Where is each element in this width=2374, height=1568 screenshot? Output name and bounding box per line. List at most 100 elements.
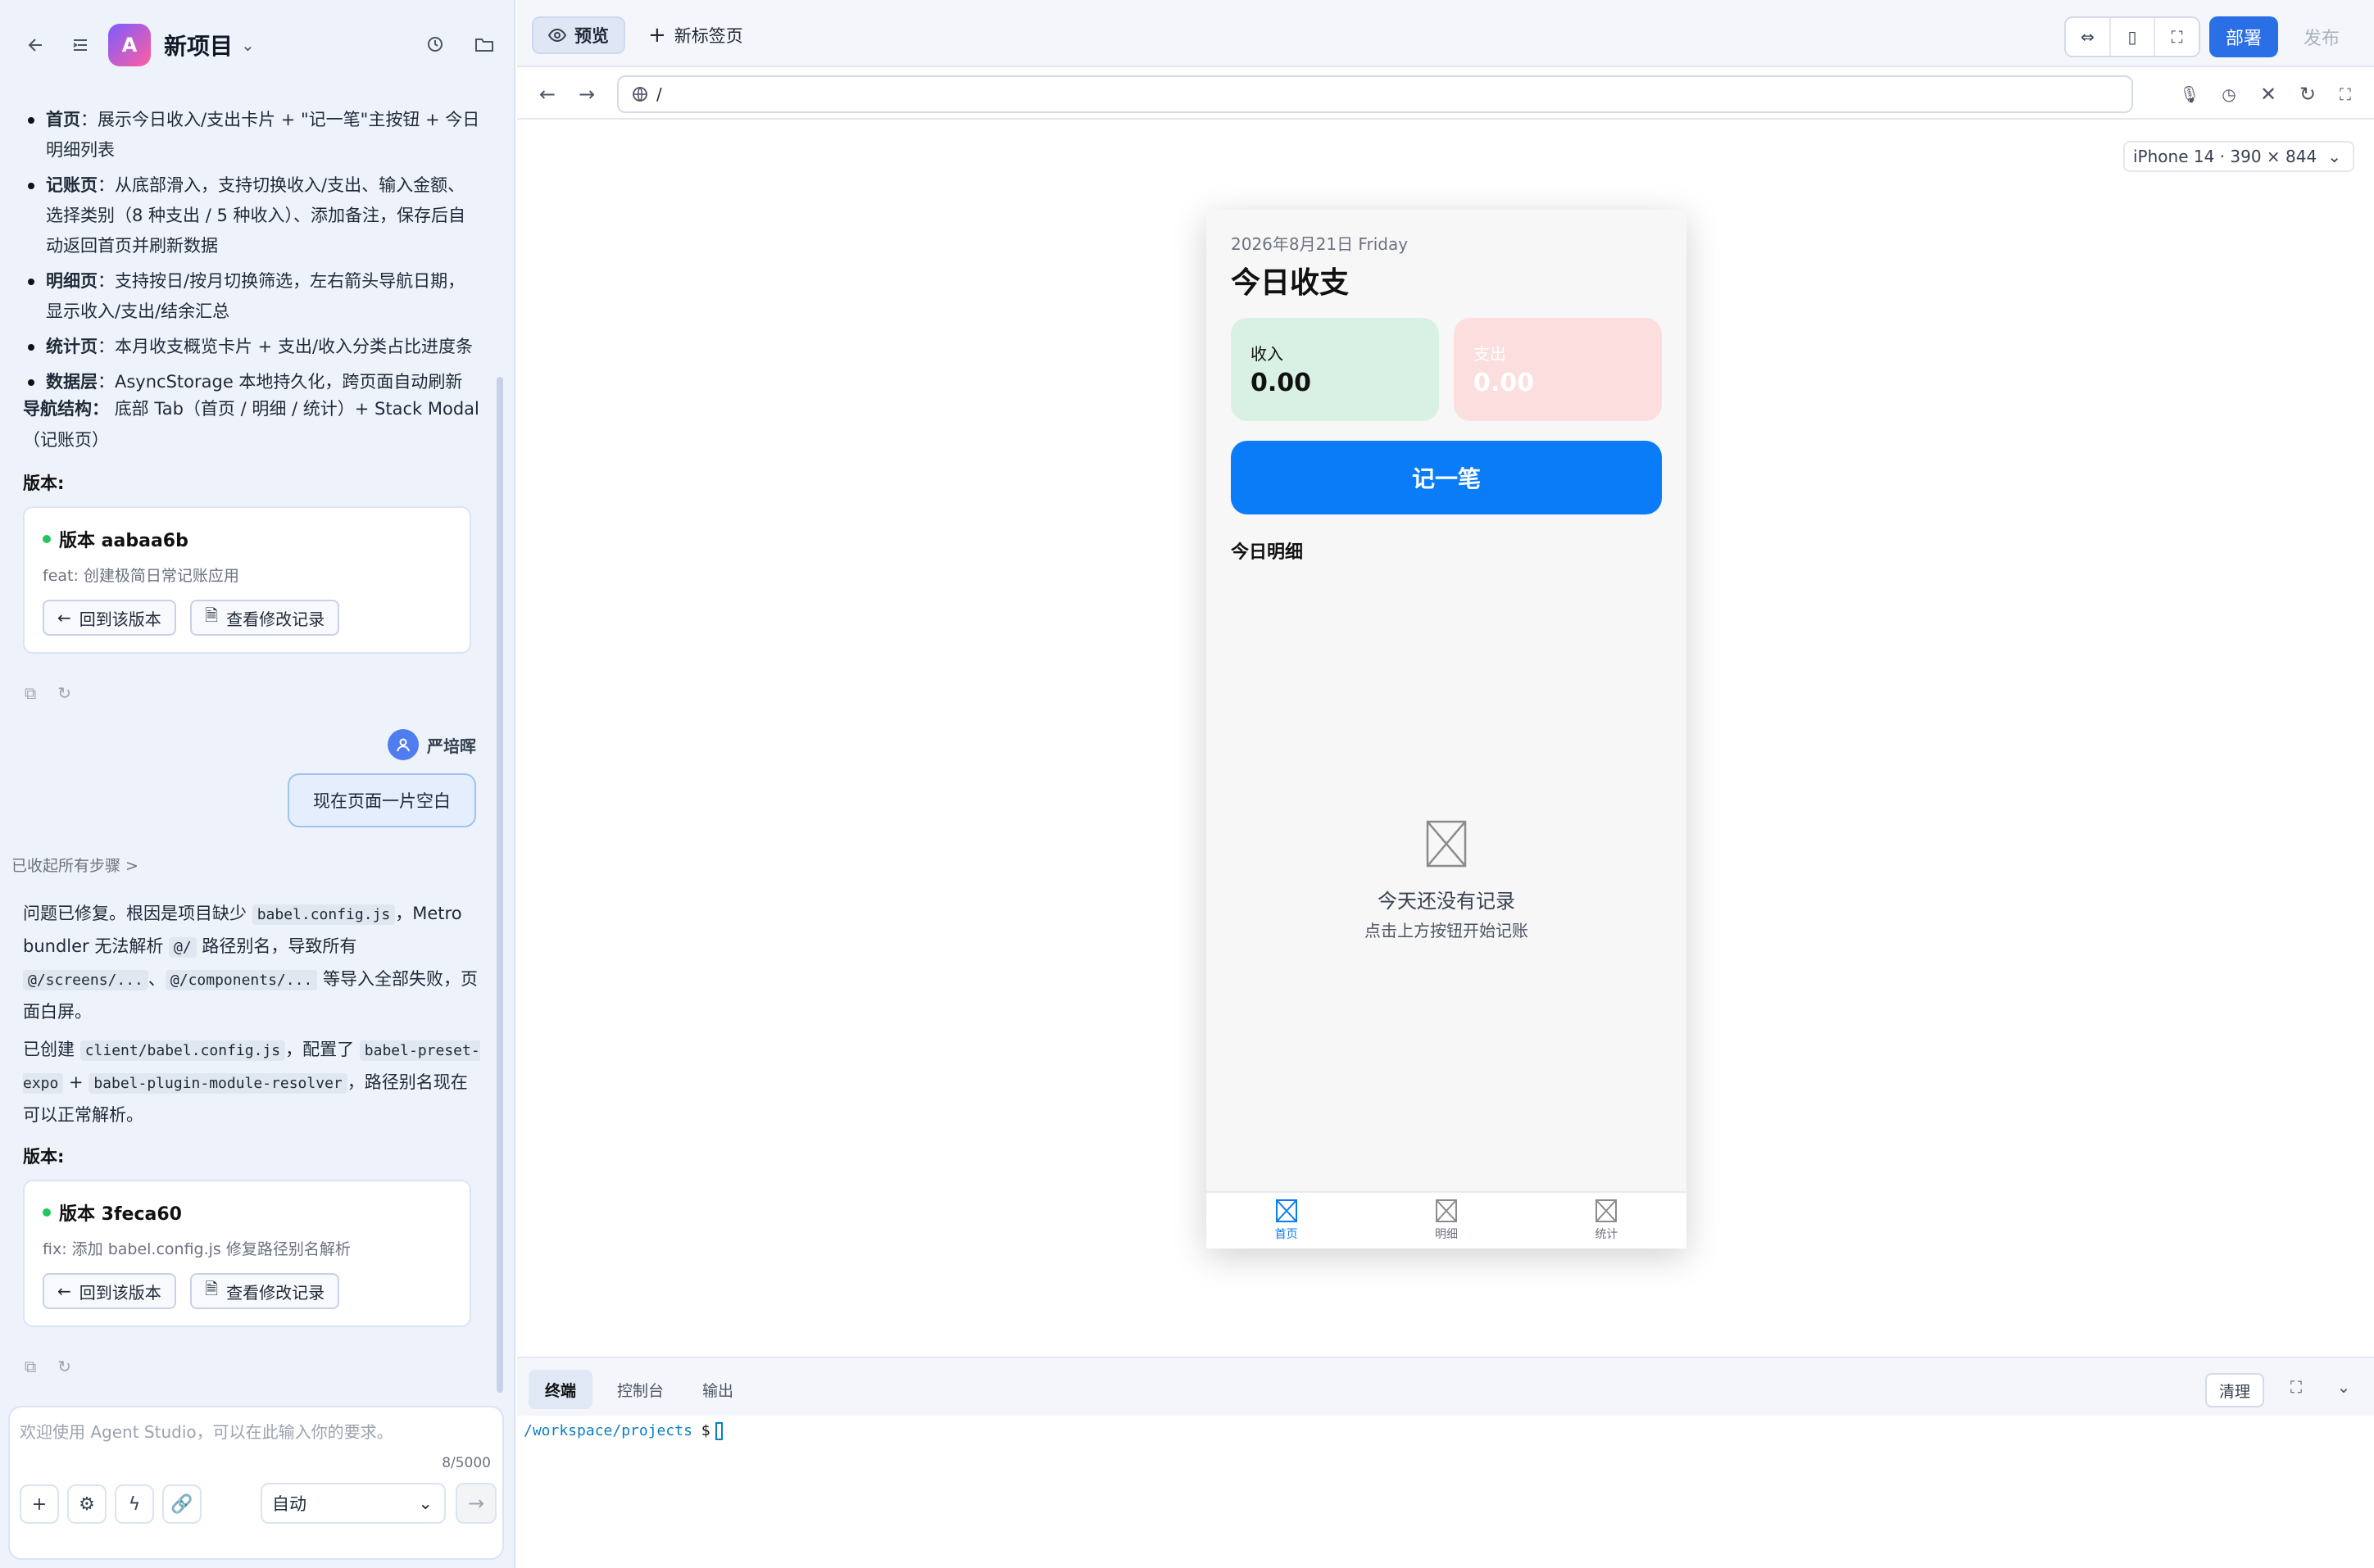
phone-frame: 2026年8月21日 Friday 今日收支 收入 0.00 支出 0.00 记… — [1206, 210, 1686, 1249]
link-button[interactable]: 🔗 — [162, 1484, 202, 1524]
income-label: 收入 — [1251, 344, 1283, 364]
revert-version-button[interactable]: ← 回到该版本 — [43, 600, 176, 636]
fullscreen-icon[interactable]: ⛶ — [2155, 18, 2199, 56]
address-bar: ← → / 🎙 ◷ ✕ ↻ ⛶ — [517, 69, 2374, 120]
device-select[interactable]: iPhone 14 · 390 × 844 ⌄ — [2123, 141, 2354, 172]
terminal-tabs: 终端 控制台 输出 清理 ⛶ ⌄ — [517, 1358, 2374, 1416]
expand-icon[interactable]: ⛶ — [2331, 80, 2359, 108]
menu-collapse-icon[interactable] — [64, 29, 97, 61]
version-label: 版本: — [23, 1147, 65, 1167]
globe-icon — [633, 87, 647, 102]
view-changes-button[interactable]: 🗎 查看修改记录 — [190, 1273, 340, 1309]
home-tab-icon — [1275, 1199, 1297, 1222]
arrow-left-icon: ← — [57, 1281, 71, 1301]
close-icon[interactable]: ✕ — [2254, 80, 2282, 108]
eye-icon — [548, 29, 566, 42]
scrollbar[interactable] — [497, 377, 503, 1393]
terminal-cursor — [715, 1422, 723, 1440]
chevron-down-icon[interactable]: ⌄ — [241, 35, 255, 55]
folder-icon[interactable] — [468, 28, 501, 61]
preview-toolbar: 预览 + 新标签页 ⇔ ▯ ⛶ 部署 发布 — [517, 0, 2374, 67]
tab-output[interactable]: 输出 — [686, 1370, 750, 1409]
back-arrow-icon[interactable] — [20, 29, 52, 61]
history-icon[interactable] — [419, 28, 452, 61]
app-date: 2026年8月21日 Friday — [1231, 234, 1409, 254]
app-tab-stats[interactable]: 统计 — [1527, 1193, 1686, 1249]
tab-new[interactable]: + 新标签页 — [648, 16, 743, 54]
mode-select[interactable]: 自动 ⌄ — [261, 1483, 446, 1524]
list-item: 明细页：支持按日/按月切换筛选，左右箭头导航日期，显示收入/支出/结余汇总 — [23, 266, 482, 327]
quick-action-button[interactable]: ϟ — [115, 1484, 154, 1524]
chat-input-box[interactable]: 欢迎使用 Agent Studio，可以在此输入你的要求。 8/5000 + ⚙… — [8, 1406, 504, 1560]
document-icon: 🗎 — [205, 605, 219, 625]
app-tab-bar: 首页 明细 统计 — [1206, 1191, 1686, 1249]
chevron-down-icon: ⌄ — [2327, 147, 2341, 166]
forward-arrow-icon[interactable]: → — [573, 80, 601, 108]
chevron-down-icon: ⌄ — [418, 1493, 433, 1513]
view-changes-button[interactable]: 🗎 查看修改记录 — [190, 600, 340, 636]
mobile-icon[interactable]: ▯ — [2111, 18, 2156, 56]
version-desc: feat: 创建极简日常记账应用 — [43, 567, 239, 585]
income-card[interactable]: 收入 0.00 — [1231, 318, 1439, 421]
revert-version-button[interactable]: ← 回到该版本 — [43, 1273, 176, 1309]
add-attachment-button[interactable]: + — [20, 1484, 59, 1524]
copy-icon[interactable]: ⧉ — [25, 683, 36, 703]
arrow-right-icon: → — [467, 1492, 485, 1515]
terminal-prompt[interactable]: /workspace/projects $ — [524, 1422, 723, 1440]
tab-console[interactable]: 控制台 — [601, 1370, 680, 1409]
reload-icon[interactable]: ↻ — [2294, 80, 2322, 108]
copy-icon[interactable]: ⧉ — [25, 1357, 36, 1376]
plus-icon: + — [31, 1493, 48, 1515]
app-tab-detail[interactable]: 明细 — [1366, 1193, 1526, 1249]
refresh-icon[interactable]: ↻ — [57, 683, 71, 703]
steps-toggle[interactable]: 已收起所有步骤 > — [11, 854, 138, 876]
clear-button[interactable]: 清理 — [2205, 1373, 2264, 1407]
chat-header: A 新项目 ⌄ — [0, 0, 515, 90]
record-button[interactable]: 记一笔 — [1231, 441, 1662, 514]
app-tab-home[interactable]: 首页 — [1206, 1193, 1366, 1249]
back-arrow-icon[interactable]: ← — [533, 80, 561, 108]
project-title[interactable]: 新项目 — [164, 29, 233, 61]
collapse-icon[interactable]: ⌄ — [2330, 1373, 2358, 1401]
expense-card[interactable]: 支出 0.00 — [1454, 318, 1662, 421]
settings-button[interactable]: ⚙ — [67, 1484, 107, 1524]
stats-tab-icon — [1596, 1199, 1618, 1222]
status-dot — [43, 1208, 51, 1217]
refresh-icon[interactable]: ↻ — [57, 1357, 71, 1376]
device-toggle-group: ⇔ ▯ ⛶ — [2064, 16, 2200, 57]
version-title: 版本 3feca60 — [59, 1204, 182, 1225]
inspect-icon[interactable]: 🎙 — [2176, 80, 2204, 108]
url-input[interactable]: / — [617, 75, 2133, 113]
link-icon: 🔗 — [170, 1493, 193, 1515]
version-desc: fix: 添加 babel.config.js 修复路径别名解析 — [43, 1240, 351, 1258]
history-icon[interactable]: ◷ — [2215, 80, 2243, 108]
empty-image-icon — [1426, 820, 1467, 868]
version-card: 版本 3feca60 fix: 添加 babel.config.js 修复路径别… — [23, 1180, 471, 1327]
fix-detail-paragraph: 已创建 client/babel.config.js ，配置了 babel-pre… — [23, 1040, 480, 1125]
project-avatar[interactable]: A — [108, 24, 151, 66]
publish-button[interactable]: 发布 — [2287, 16, 2356, 57]
tab-terminal[interactable]: 终端 — [529, 1370, 593, 1409]
responsive-icon[interactable]: ⇔ — [2066, 18, 2111, 56]
user-avatar — [388, 729, 419, 760]
empty-subtitle: 点击上方按钮开始记账 — [1364, 921, 1528, 940]
list-item: 首页：展示今日收入/支出卡片 + "记一笔"主按钮 + 今日明细列表 — [23, 105, 482, 165]
empty-title: 今天还没有记录 — [1378, 890, 1515, 913]
detail-tab-icon — [1435, 1199, 1457, 1222]
feature-list: 首页：展示今日收入/支出卡片 + "记一笔"主按钮 + 今日明细列表 记账页：从… — [23, 105, 482, 402]
maximize-icon[interactable]: ⛶ — [2282, 1373, 2310, 1401]
version-title: 版本 aabaa6b — [59, 531, 188, 551]
app-title: 今日收支 — [1231, 266, 1350, 300]
deploy-button[interactable]: 部署 — [2209, 16, 2278, 57]
tab-preview[interactable]: 预览 — [532, 16, 625, 54]
chat-scroll-area[interactable]: 首页：展示今日收入/支出卡片 + "记一笔"主按钮 + 今日明细列表 记账页：从… — [0, 90, 496, 1401]
user-message: 现在页面一片空白 — [288, 773, 476, 827]
send-button[interactable]: → — [456, 1483, 497, 1524]
chat-panel: A 新项目 ⌄ 首页：展示今日收入/支出卡片 + "记一笔"主按钮 + 今日明细… — [0, 0, 515, 1568]
list-item: 记账页：从底部滑入，支持切换收入/支出、输入金额、选择类别（8 种支出 / 5 … — [23, 170, 482, 261]
chat-input-placeholder[interactable]: 欢迎使用 Agent Studio，可以在此输入你的要求。 — [20, 1419, 393, 1443]
arrow-left-icon: ← — [57, 608, 71, 628]
status-dot — [43, 535, 51, 543]
gear-icon: ⚙ — [79, 1493, 95, 1515]
user-row: 严培晖 — [388, 729, 476, 760]
